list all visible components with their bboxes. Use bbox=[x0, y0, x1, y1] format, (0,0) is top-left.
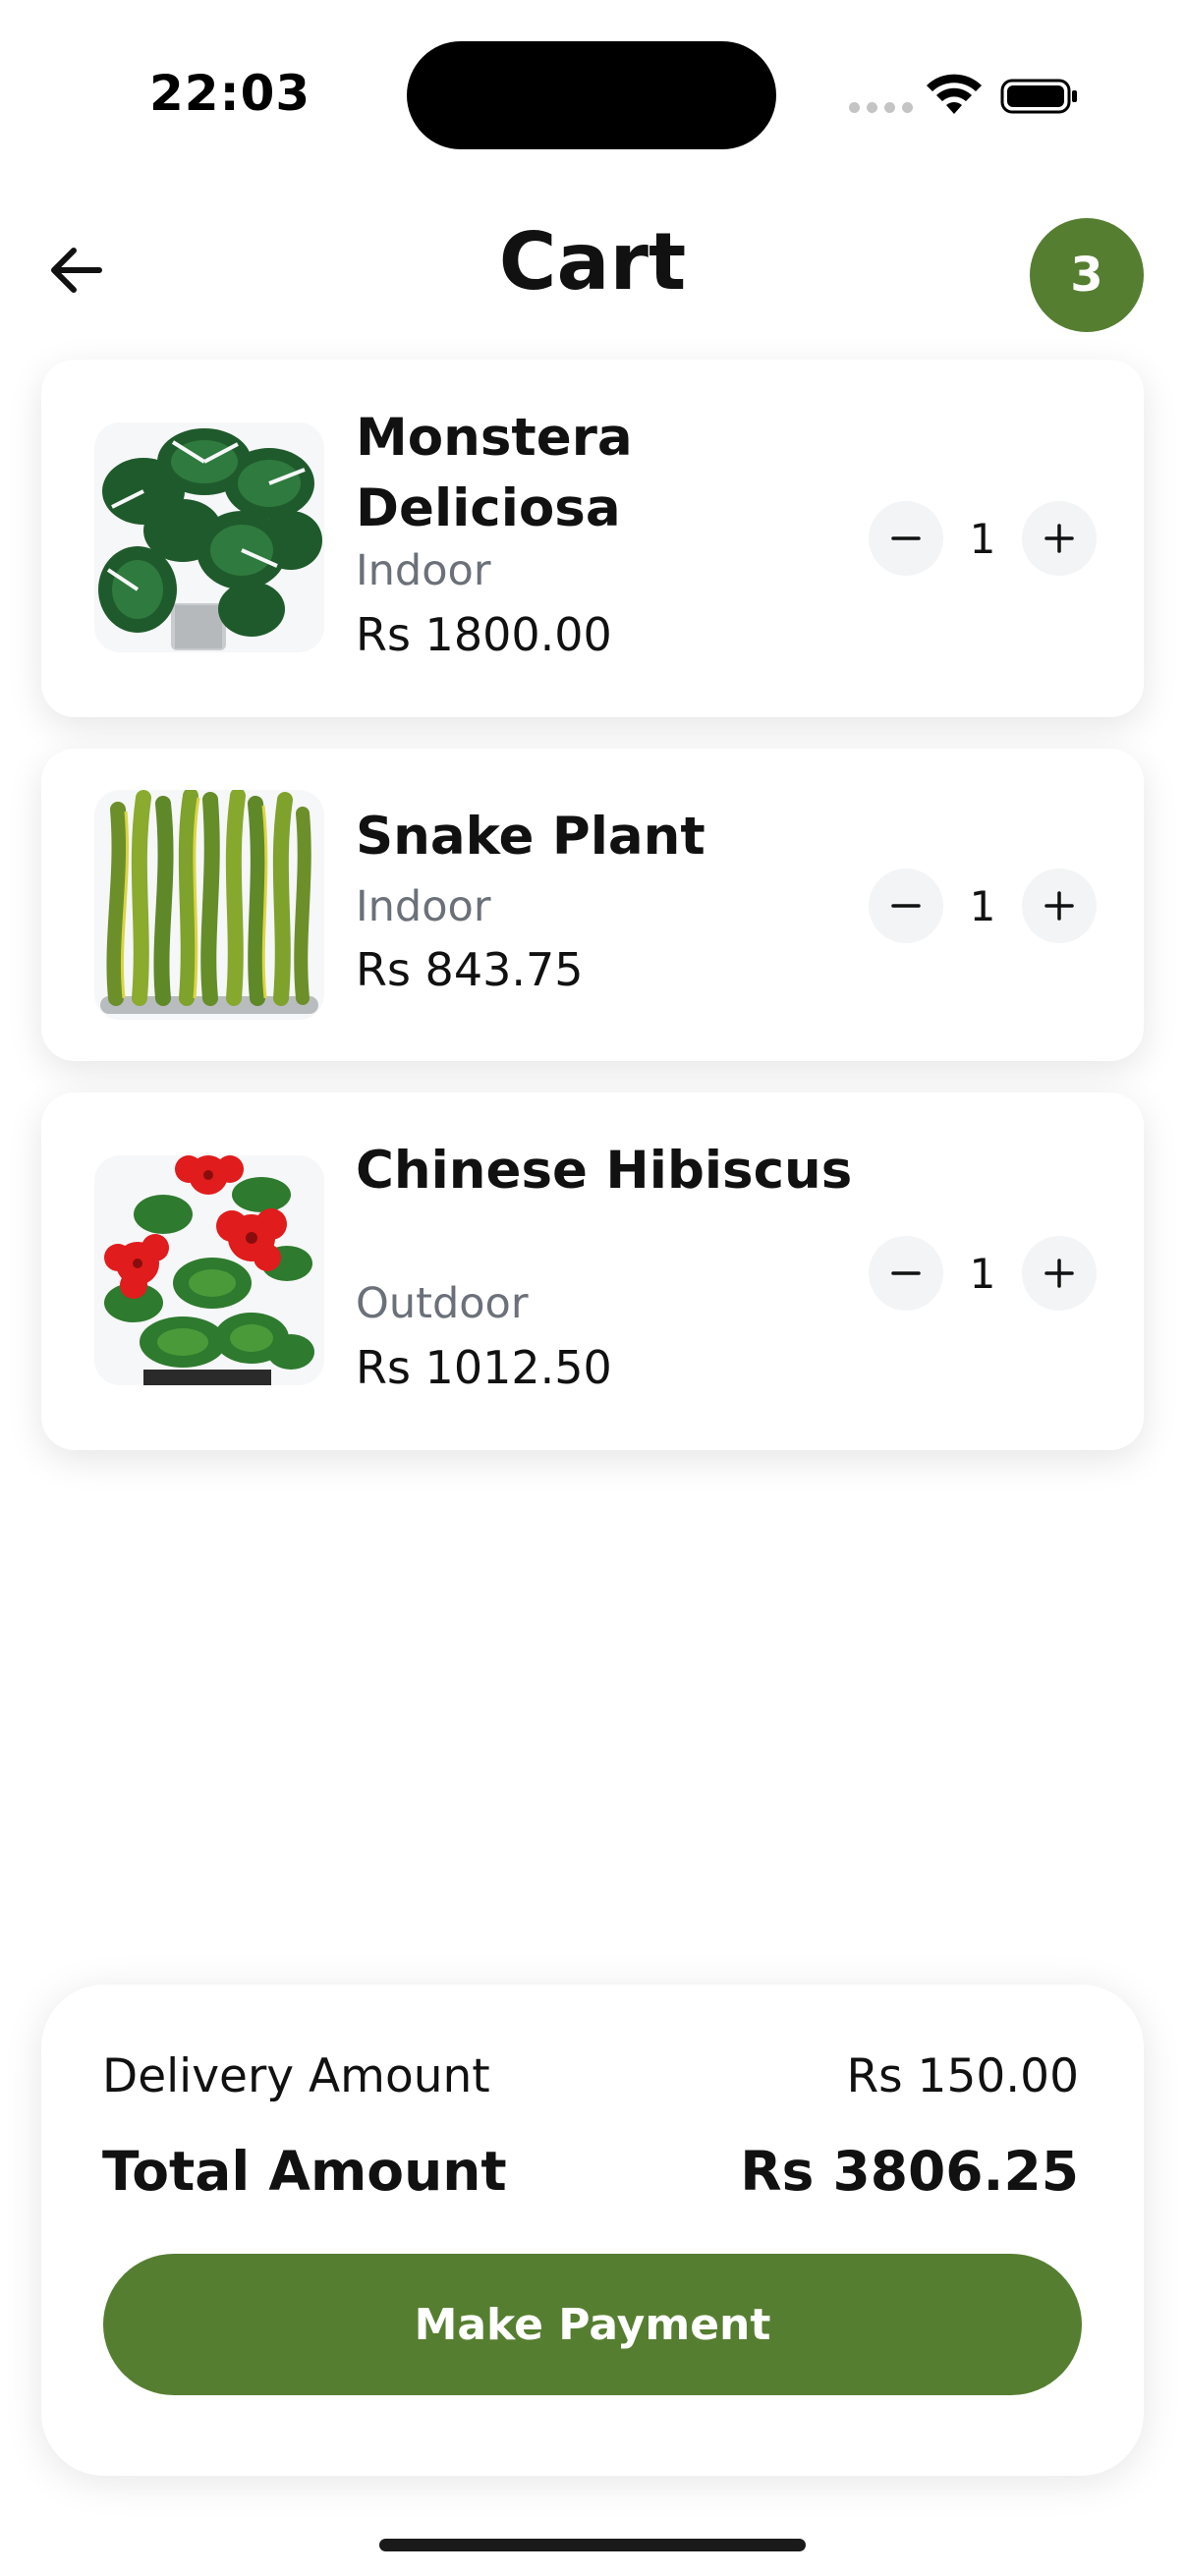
wifi-icon bbox=[927, 74, 982, 114]
item-category: Indoor bbox=[356, 882, 491, 931]
status-time: 22:03 bbox=[149, 65, 311, 122]
quantity-value: 1 bbox=[969, 1249, 996, 1298]
hibiscus-plant-image bbox=[94, 1155, 324, 1385]
cellular-dots-icon bbox=[849, 102, 913, 113]
delivery-row: Delivery Amount Rs 150.00 bbox=[102, 2049, 1079, 2103]
increase-quantity-button[interactable] bbox=[1022, 868, 1097, 943]
cart-count-badge: 3 bbox=[1030, 218, 1144, 332]
item-name: Snake Plant bbox=[356, 807, 705, 867]
decrease-quantity-button[interactable] bbox=[869, 1236, 943, 1311]
plus-icon bbox=[1044, 1259, 1074, 1288]
snake-plant-image bbox=[94, 790, 324, 1020]
dynamic-island bbox=[407, 41, 776, 149]
increase-quantity-button[interactable] bbox=[1022, 501, 1097, 576]
total-row: Total Amount Rs 3806.25 bbox=[102, 2140, 1079, 2203]
item-category: Indoor bbox=[356, 546, 491, 595]
delivery-value: Rs 150.00 bbox=[846, 2049, 1079, 2103]
minus-icon bbox=[891, 904, 921, 908]
plus-icon bbox=[1044, 891, 1074, 921]
plus-icon bbox=[1044, 524, 1074, 553]
total-value: Rs 3806.25 bbox=[740, 2140, 1079, 2203]
decrease-quantity-button[interactable] bbox=[869, 868, 943, 943]
quantity-value: 1 bbox=[969, 881, 996, 930]
order-summary: Delivery Amount Rs 150.00 Total Amount R… bbox=[41, 1985, 1144, 2476]
quantity-stepper: 1 bbox=[869, 868, 1097, 943]
item-price: Rs 1012.50 bbox=[356, 1341, 612, 1394]
status-bar: 22:03 bbox=[0, 0, 1185, 187]
item-price: Rs 843.75 bbox=[356, 943, 584, 996]
home-indicator bbox=[379, 2539, 806, 2551]
increase-quantity-button[interactable] bbox=[1022, 1236, 1097, 1311]
make-payment-button[interactable]: Make Payment bbox=[103, 2254, 1082, 2395]
minus-icon bbox=[891, 536, 921, 540]
cart-item: Snake Plant Indoor Rs 843.75 1 bbox=[41, 749, 1144, 1061]
minus-icon bbox=[891, 1271, 921, 1275]
item-name: Chinese Hibiscus bbox=[356, 1141, 853, 1201]
page-title: Cart bbox=[498, 216, 687, 308]
cart-item: Monstera Deliciosa Indoor Rs 1800.00 1 bbox=[41, 360, 1144, 717]
quantity-stepper: 1 bbox=[869, 1236, 1097, 1311]
item-price: Rs 1800.00 bbox=[356, 608, 612, 661]
decrease-quantity-button[interactable] bbox=[869, 501, 943, 576]
header: Cart 3 bbox=[0, 187, 1185, 354]
total-label: Total Amount bbox=[102, 2140, 507, 2203]
quantity-value: 1 bbox=[969, 514, 996, 563]
battery-icon bbox=[1000, 79, 1077, 114]
item-category: Outdoor bbox=[356, 1279, 529, 1328]
delivery-label: Delivery Amount bbox=[102, 2049, 490, 2103]
cart-item: Chinese Hibiscus Outdoor Rs 1012.50 1 bbox=[41, 1092, 1144, 1450]
quantity-stepper: 1 bbox=[869, 501, 1097, 576]
monstera-plant-image bbox=[94, 422, 324, 652]
item-name: Monstera Deliciosa bbox=[356, 408, 633, 538]
